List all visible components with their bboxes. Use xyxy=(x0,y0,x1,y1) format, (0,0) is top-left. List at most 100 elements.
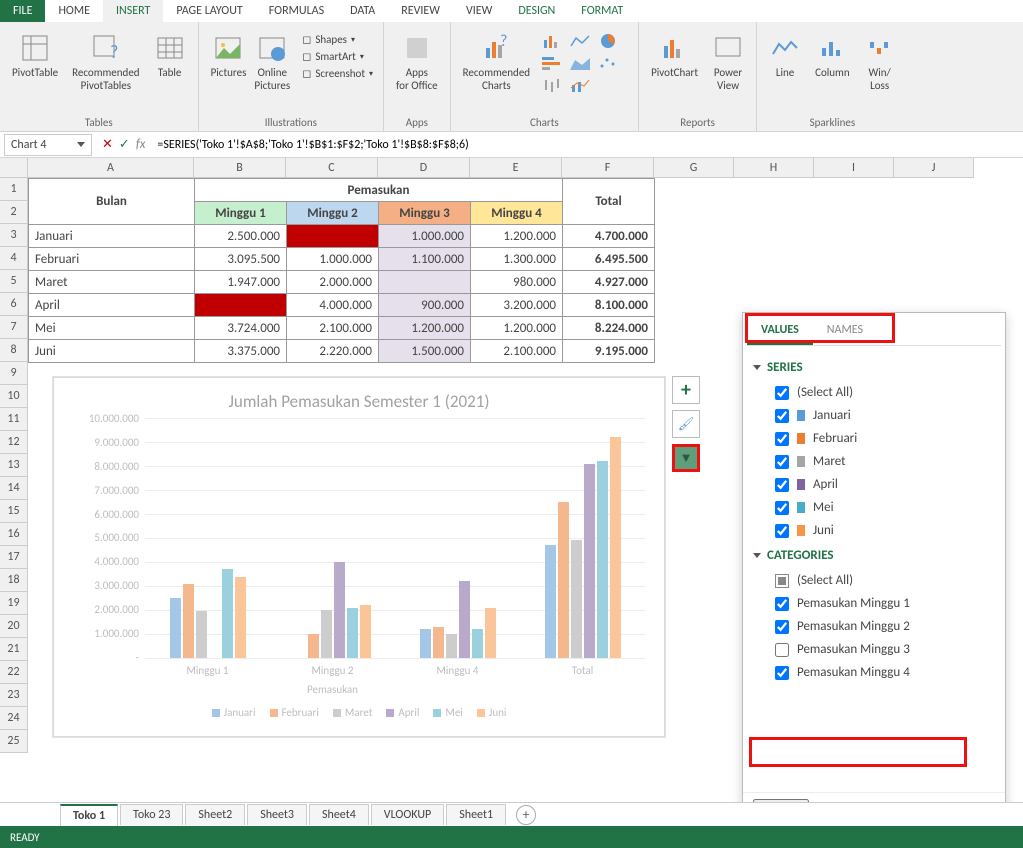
sheet-tab-toko-1[interactable]: Toko 1 xyxy=(60,804,118,826)
row-header-3[interactable]: 3 xyxy=(0,224,28,247)
tab-review[interactable]: REVIEW xyxy=(388,0,453,22)
chart-type-column-icon[interactable] xyxy=(540,32,564,50)
row-header-23[interactable]: 23 xyxy=(0,684,28,707)
row-header-13[interactable]: 13 xyxy=(0,454,28,477)
shapes-button[interactable]: ◻ Shapes ▾ xyxy=(300,32,375,47)
chart-type-combo-icon[interactable] xyxy=(568,76,592,94)
col-header-H[interactable]: H xyxy=(734,158,814,178)
add-sheet-button[interactable]: + xyxy=(516,805,536,825)
row-header-24[interactable]: 24 xyxy=(0,707,28,730)
chart-legend[interactable]: JanuariFebruariMaretAprilMeiJuni xyxy=(53,706,665,719)
chart-type-bar-icon[interactable] xyxy=(540,54,564,72)
sheet-tab-toko-23[interactable]: Toko 23 xyxy=(120,804,183,825)
row-header-16[interactable]: 16 xyxy=(0,523,28,546)
row-header-22[interactable]: 22 xyxy=(0,661,28,684)
row-header-17[interactable]: 17 xyxy=(0,546,28,569)
col-header-G[interactable]: G xyxy=(654,158,734,178)
tab-home[interactable]: HOME xyxy=(45,0,103,22)
recommended-pivottables-button[interactable]: ?RecommendedPivotTables xyxy=(68,26,143,106)
chart-type-stock-icon[interactable] xyxy=(540,76,564,94)
name-box[interactable]: Chart 4 xyxy=(4,134,92,156)
line-button[interactable]: Line xyxy=(765,26,805,106)
row-header-12[interactable]: 12 xyxy=(0,431,28,454)
row-header-11[interactable]: 11 xyxy=(0,408,28,431)
checkbox[interactable] xyxy=(775,620,789,634)
series-item-maret[interactable]: Maret xyxy=(753,450,995,473)
categories-select-all[interactable]: (Select All) xyxy=(753,569,995,592)
col-header-J[interactable]: J xyxy=(894,158,974,178)
checkbox[interactable] xyxy=(775,574,789,588)
category-item[interactable]: Pemasukan Minggu 2 xyxy=(753,615,995,638)
row-header-2[interactable]: 2 xyxy=(0,201,28,224)
recommended-charts-button[interactable]: ?RecommendedCharts xyxy=(459,26,534,106)
sheet-tab-sheet1[interactable]: Sheet1 xyxy=(446,804,506,825)
row-header-20[interactable]: 20 xyxy=(0,615,28,638)
pivotchart-button[interactable]: PivotChart xyxy=(647,26,702,106)
table-button[interactable]: Table xyxy=(150,26,190,106)
row-header-25[interactable]: 25 xyxy=(0,730,28,753)
pivottable-button[interactable]: PivotTable xyxy=(8,26,62,106)
checkbox[interactable] xyxy=(775,643,789,657)
col-header-B[interactable]: B xyxy=(194,158,286,178)
checkbox[interactable] xyxy=(775,478,789,492)
col-header-D[interactable]: D xyxy=(378,158,470,178)
col-header-C[interactable]: C xyxy=(286,158,378,178)
row-header-21[interactable]: 21 xyxy=(0,638,28,661)
embedded-chart[interactable]: Jumlah Pemasukan Semester 1 (2021) 10.00… xyxy=(52,376,666,738)
col-header-A[interactable]: A xyxy=(28,158,194,178)
chart-filters-button[interactable]: ▼ xyxy=(672,444,700,472)
categories-section-header[interactable]: CATEGORIES xyxy=(753,548,995,563)
smartart-button[interactable]: ◻ SmartArt ▾ xyxy=(300,49,375,64)
row-header-9[interactable]: 9 xyxy=(0,362,28,385)
chart-type-line-icon[interactable] xyxy=(568,32,592,50)
formula-input[interactable] xyxy=(151,134,1023,156)
screenshot-button[interactable]: ◻ Screenshot ▾ xyxy=(300,66,375,81)
tab-data[interactable]: DATA xyxy=(337,0,388,22)
cancel-icon[interactable]: ✕ xyxy=(102,137,113,152)
category-item[interactable]: Pemasukan Minggu 4 xyxy=(753,661,995,684)
row-header-5[interactable]: 5 xyxy=(0,270,28,293)
series-item-februari[interactable]: Februari xyxy=(753,427,995,450)
tab-format[interactable]: FORMAT xyxy=(568,0,636,22)
checkbox[interactable] xyxy=(775,501,789,515)
col-header-F[interactable]: F xyxy=(562,158,654,178)
tab-formulas[interactable]: FORMULAS xyxy=(256,0,337,22)
chart-elements-button[interactable]: + xyxy=(672,376,700,404)
row-header-6[interactable]: 6 xyxy=(0,293,28,316)
online-pictures-button[interactable]: OnlinePictures xyxy=(250,26,294,106)
column-button[interactable]: Column xyxy=(811,26,854,106)
tab-insert[interactable]: INSERT xyxy=(103,0,163,22)
enter-icon[interactable]: ✓ xyxy=(119,137,130,152)
checkbox[interactable] xyxy=(775,455,789,469)
tab-view[interactable]: VIEW xyxy=(453,0,505,22)
row-header-19[interactable]: 19 xyxy=(0,592,28,615)
sheet-tab-sheet4[interactable]: Sheet4 xyxy=(309,804,369,825)
tab-page-layout[interactable]: PAGE LAYOUT xyxy=(163,0,255,22)
series-item-januari[interactable]: Januari xyxy=(753,404,995,427)
row-header-10[interactable]: 10 xyxy=(0,385,28,408)
chart-styles-button[interactable]: 🖌 xyxy=(672,410,700,438)
checkbox[interactable] xyxy=(775,432,789,446)
series-section-header[interactable]: SERIES xyxy=(753,360,995,375)
series-item-mei[interactable]: Mei xyxy=(753,496,995,519)
checkbox[interactable] xyxy=(775,666,789,680)
series-item-juni[interactable]: Juni xyxy=(753,519,995,542)
select-all-corner[interactable] xyxy=(0,158,28,178)
checkbox[interactable] xyxy=(775,409,789,423)
checkbox[interactable] xyxy=(775,597,789,611)
tab-file[interactable]: FILE xyxy=(0,0,45,22)
chart-title[interactable]: Jumlah Pemasukan Semester 1 (2021) xyxy=(53,377,665,418)
row-header-8[interactable]: 8 xyxy=(0,339,28,362)
chart-plot-area[interactable]: 10.000.0009.000.0008.000.0007.000.0006.0… xyxy=(145,418,645,658)
row-header-7[interactable]: 7 xyxy=(0,316,28,339)
pictures-button[interactable]: Pictures xyxy=(207,26,251,106)
col-header-I[interactable]: I xyxy=(814,158,894,178)
chart-type-scatter-icon[interactable] xyxy=(596,54,620,72)
sheet-tab-sheet3[interactable]: Sheet3 xyxy=(247,804,307,825)
checkbox[interactable] xyxy=(775,524,789,538)
apps-for-office-button[interactable]: Appsfor Office xyxy=(392,26,442,106)
tab-design[interactable]: DESIGN xyxy=(505,0,568,22)
row-header-1[interactable]: 1 xyxy=(0,178,28,201)
series-select-all[interactable]: (Select All) xyxy=(753,381,995,404)
category-item[interactable]: Pemasukan Minggu 3 xyxy=(753,638,995,661)
